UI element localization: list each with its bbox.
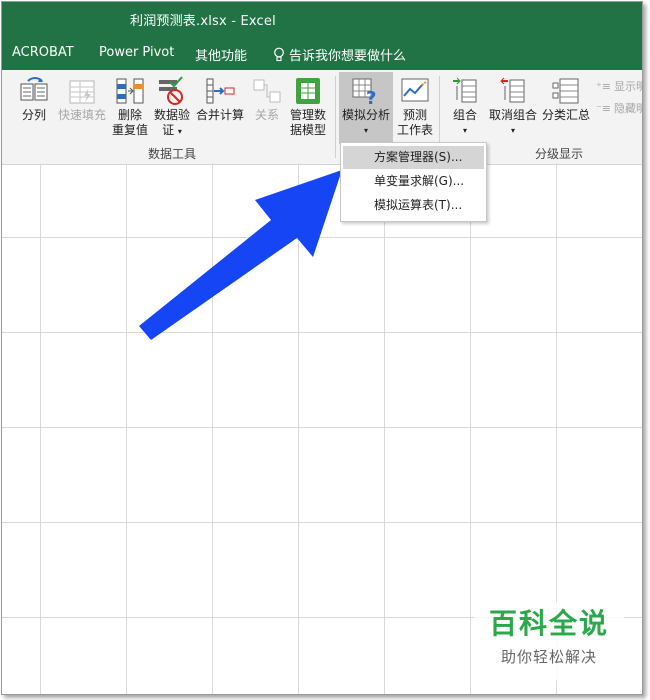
ungroup-button[interactable]: 取消组合 ▾ [486, 76, 540, 138]
relationships-label: 关系 [254, 108, 279, 122]
forecast-sheet-icon [401, 78, 429, 102]
data-model-label-1: 管理数 [289, 108, 326, 122]
validation-label-1: 数据验 [153, 108, 190, 122]
subtotal-label: 分类汇总 [541, 108, 590, 122]
validation-label-row2: 证 ▾ [152, 123, 192, 139]
grid-line [126, 165, 127, 694]
show-detail-label: 显示明 [614, 80, 642, 93]
flash-fill-label: 快速填充 [57, 108, 106, 122]
data-model-icon [296, 78, 320, 104]
outline-group-label: 分级显示 [535, 147, 584, 161]
grid-line [470, 165, 471, 694]
grid-line [384, 165, 385, 694]
tab-power-pivot[interactable]: Power Pivot [99, 45, 174, 60]
consolidate-icon [206, 78, 235, 104]
tab-more-features[interactable]: 其他功能 [195, 45, 247, 64]
grid-line [2, 522, 642, 523]
data-validation-button[interactable]: 数据验 证 ▾ [152, 76, 192, 139]
dropdown-caret-icon: ▾ [177, 127, 182, 136]
split-label: 分列 [21, 108, 46, 122]
watermark-logo: 百科全说 助你轻松解决 [474, 602, 624, 680]
text-to-columns-icon [20, 77, 48, 101]
forecast-label-2: 工作表 [396, 123, 433, 137]
validation-label-2: 证 [162, 123, 175, 137]
hide-detail-button[interactable]: ⁻≡ 隐藏明 [596, 100, 642, 116]
window-title: 利润预测表.xlsx - Excel [130, 14, 276, 29]
scenario-manager-item[interactable]: 方案管理器(S)... [343, 146, 484, 169]
dropdown-caret-icon: ▾ [510, 126, 515, 135]
tab-acrobat[interactable]: ACROBAT [12, 45, 74, 60]
what-if-label: 模拟分析 [341, 108, 390, 122]
what-if-icon: ? [352, 78, 376, 106]
ungroup-icon [500, 77, 525, 103]
svg-text:?: ? [366, 88, 376, 106]
group-icon [453, 77, 477, 103]
ribbon-data: 分列 快速填充 删除 重复值 数据验 证 ▾ 合并计算 关系 管理数 据模型 数… [2, 70, 642, 165]
data-validation-icon [159, 76, 183, 105]
remove-dup-label-1: 删除 [117, 108, 142, 122]
goal-seek-item[interactable]: 单变量求解(G)... [343, 170, 484, 193]
flash-fill-button[interactable]: 快速填充 [56, 76, 108, 123]
dropdown-caret-icon: ▾ [363, 126, 368, 135]
subtotal-icon [552, 78, 579, 104]
scenario-manager-label: 方案管理器(S)... [374, 150, 463, 164]
lightbulb-icon [274, 47, 284, 62]
hide-detail-label: 隐藏明 [614, 102, 642, 115]
group-button[interactable]: 组合 ▾ [446, 76, 484, 138]
watermark-brand: 百科全说 [488, 607, 609, 640]
dropdown-caret-icon: ▾ [462, 126, 467, 135]
excel-window: 利润预测表.xlsx - Excel ACROBAT Power Pivot 其… [1, 1, 643, 695]
subtotal-button[interactable]: 分类汇总 [540, 76, 592, 123]
relationships-icon [253, 79, 281, 103]
remove-duplicates-button[interactable]: 删除 重复值 [112, 76, 148, 138]
data-table-item[interactable]: 模拟运算表(T)... [343, 194, 484, 217]
grid-line [40, 165, 41, 694]
tell-me-label: 告诉我你想要做什么 [289, 49, 407, 64]
show-detail-button[interactable]: ⁺≡ 显示明 [596, 78, 642, 94]
data-tools-group-label: 数据工具 [148, 147, 197, 161]
manage-data-model-button[interactable]: 管理数 据模型 [288, 76, 328, 138]
watermark-slogan: 助你轻松解决 [500, 648, 597, 666]
ungroup-label: 取消组合 [488, 108, 537, 122]
ribbon-tabs: ACROBAT Power Pivot 其他功能 告诉我你想要做什么 [2, 36, 642, 70]
remove-dup-label-2: 重复值 [112, 123, 149, 137]
split-columns-button[interactable]: 分列 [16, 76, 52, 123]
data-table-label: 模拟运算表(T)... [374, 198, 463, 212]
remove-duplicates-icon [116, 78, 144, 104]
grid-line [2, 427, 642, 428]
goal-seek-label: 单变量求解(G)... [374, 174, 465, 188]
group-separator [335, 76, 336, 158]
consolidate-button[interactable]: 合并计算 [194, 76, 246, 123]
group-label: 组合 [452, 108, 477, 122]
consolidate-label: 合并计算 [195, 108, 244, 122]
hide-detail-icon: ⁻≡ [596, 101, 612, 115]
title-bar: 利润预测表.xlsx - Excel [2, 2, 642, 36]
flash-fill-icon [69, 80, 95, 104]
annotation-arrow [139, 170, 342, 340]
data-model-label-2: 据模型 [289, 123, 326, 137]
show-detail-icon: ⁺≡ [596, 79, 612, 93]
forecast-sheet-button[interactable]: 预测 工作表 [395, 76, 435, 138]
forecast-label-1: 预测 [402, 108, 427, 122]
what-if-dropdown-menu: 方案管理器(S)... 单变量求解(G)... 模拟运算表(T)... [340, 142, 487, 222]
tell-me-search[interactable]: 告诉我你想要做什么 [273, 45, 406, 64]
relationships-button[interactable]: 关系 [250, 76, 284, 123]
what-if-analysis-button[interactable]: ? 模拟分析 ▾ [339, 72, 393, 144]
